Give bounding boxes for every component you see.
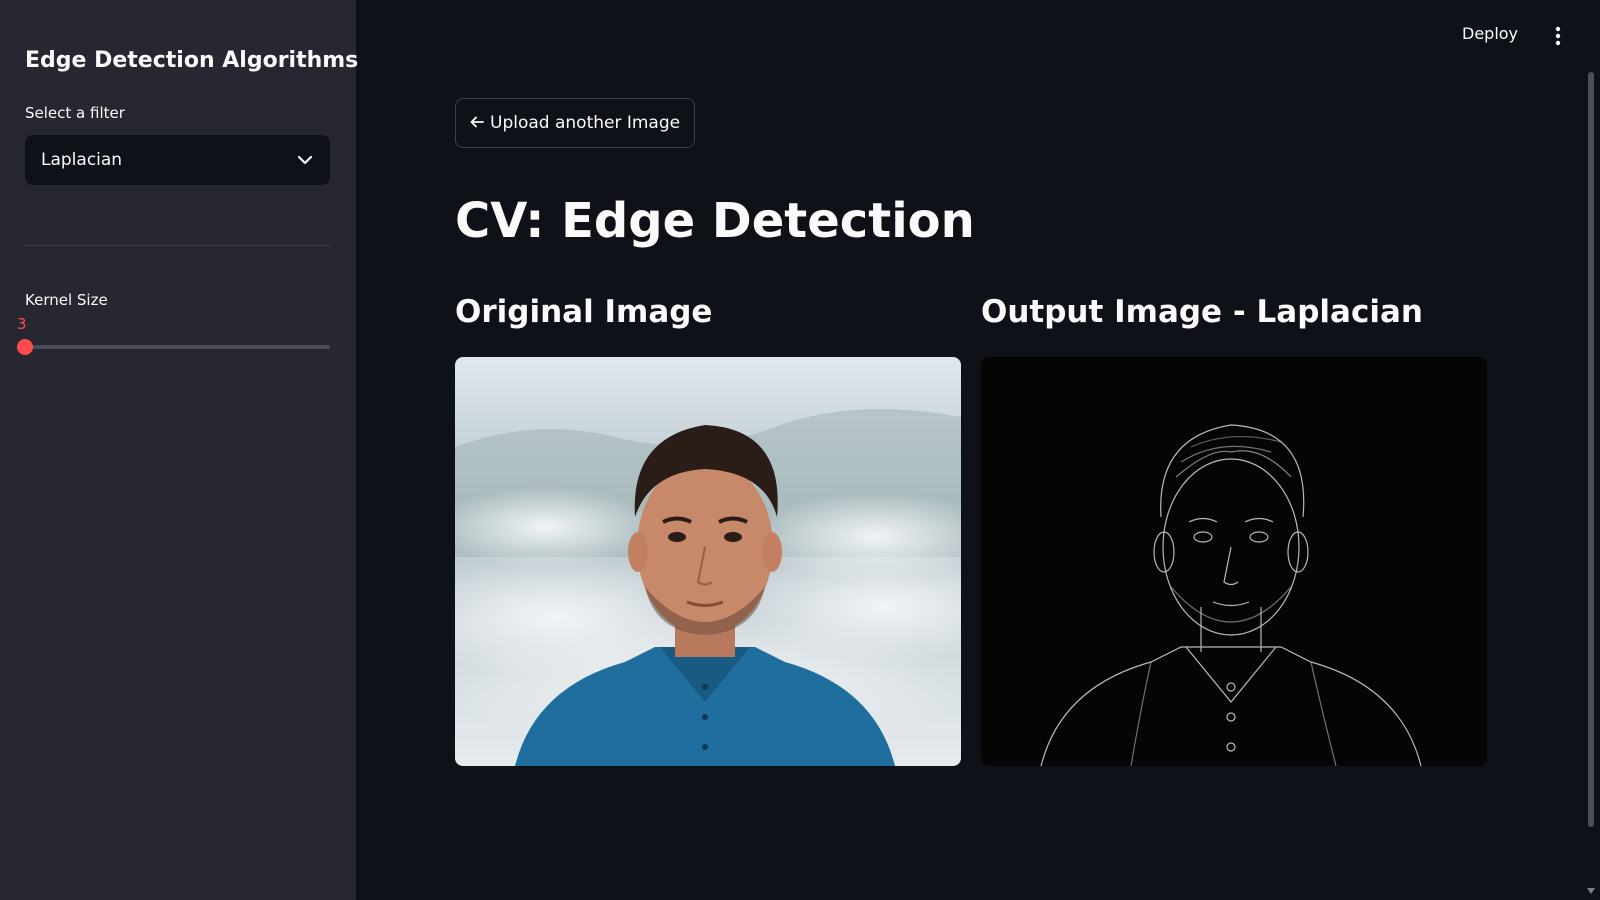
sidebar: Edge Detection Algorithms Select a filte…: [0, 0, 359, 900]
kernel-size-slider[interactable]: [17, 339, 330, 355]
filter-select-value: Laplacian: [41, 150, 123, 170]
chevron-down-icon: [296, 151, 314, 169]
filter-select[interactable]: Laplacian: [25, 135, 330, 185]
output-image: [981, 357, 1487, 766]
main-scrollbar[interactable]: [1588, 72, 1594, 827]
upload-button-label: Upload another Image: [490, 113, 681, 133]
main-menu-button[interactable]: [1550, 26, 1566, 50]
original-image: [455, 357, 961, 766]
sidebar-divider: [25, 245, 330, 246]
filter-select-label: Select a filter: [25, 104, 125, 122]
upload-another-image-button[interactable]: Upload another Image: [455, 98, 696, 148]
deploy-button[interactable]: Deploy: [1462, 24, 1518, 43]
three-dots-vertical-icon: [1555, 26, 1561, 50]
kernel-size-label: Kernel Size: [25, 291, 108, 309]
arrow-left-icon: [470, 113, 484, 133]
original-image-heading: Original Image: [455, 294, 713, 330]
kernel-size-value: 3: [17, 315, 27, 333]
main-scrollbar-thumb[interactable]: [1588, 72, 1594, 827]
output-image-heading: Output Image - Laplacian: [981, 294, 1423, 330]
kernel-size-slider-thumb[interactable]: [17, 339, 33, 355]
sidebar-title: Edge Detection Algorithms: [25, 48, 359, 73]
page-title: CV: Edge Detection: [455, 193, 975, 249]
scroll-down-arrow-icon[interactable]: [1587, 888, 1595, 894]
